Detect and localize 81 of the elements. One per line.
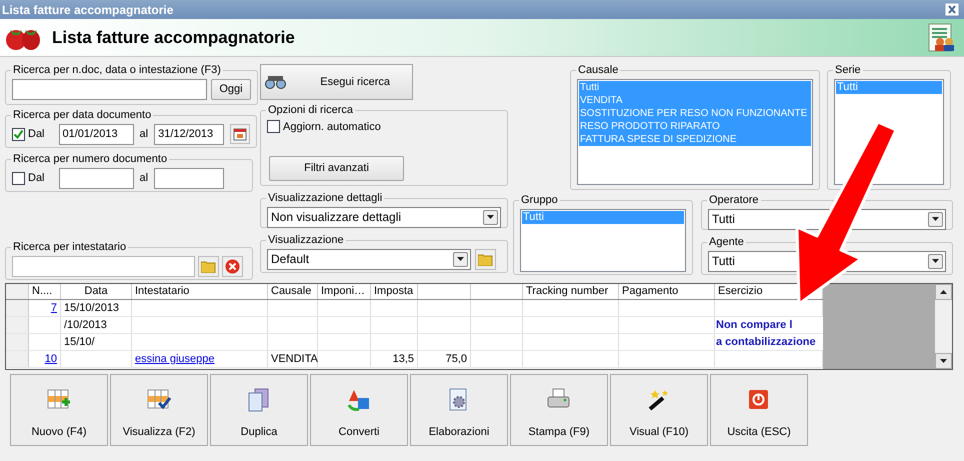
- table-cell: /10/2013: [61, 317, 132, 333]
- group-label: Agente: [709, 236, 744, 248]
- table-cell: 75,0: [418, 351, 471, 367]
- scroll-up-icon[interactable]: [935, 284, 952, 300]
- checkbox[interactable]: [267, 120, 280, 134]
- toolbar-button[interactable]: Uscita (ESC): [710, 374, 808, 446]
- column-header[interactable]: Tracking number: [523, 284, 619, 299]
- binoculars-icon: [264, 75, 288, 89]
- table-row[interactable]: 7 15/10/2013: [6, 300, 823, 317]
- group-label: Operatore: [709, 194, 759, 206]
- table-cell: 15/10/: [61, 334, 132, 350]
- table-link[interactable]: 7: [29, 300, 61, 316]
- table-cell: 15/10/2013: [61, 300, 132, 316]
- today-button[interactable]: Oggi: [211, 78, 251, 100]
- group-label: Ricerca per n.doc, data o intestazione (F3): [13, 64, 221, 76]
- table-row[interactable]: 15/10/ a contabilizzazione: [6, 334, 823, 351]
- checkbox[interactable]: [12, 172, 25, 184]
- calendar-icon: [233, 127, 248, 141]
- input-field[interactable]: [58, 168, 134, 188]
- dropdown[interactable]: Default: [267, 248, 471, 270]
- close-icon: [225, 258, 240, 274]
- group-label: Ricerca per data documento: [13, 109, 152, 121]
- group-label: Serie: [835, 64, 861, 76]
- toolbar-button[interactable]: Stampa (F9): [510, 374, 608, 446]
- group-label: Visualizzazione: [268, 234, 344, 246]
- input-field[interactable]: 31/12/2013: [154, 124, 224, 144]
- column-header[interactable]: Pagamento: [619, 284, 715, 299]
- toolbar-button[interactable]: Elaborazioni: [410, 374, 508, 446]
- caret-icon: [487, 215, 494, 219]
- column-header[interactable]: Imposta: [371, 284, 418, 299]
- input-field[interactable]: [12, 78, 207, 100]
- toolbar-button[interactable]: Visual (F10): [610, 374, 708, 446]
- input-field[interactable]: 01/01/2013: [58, 124, 134, 144]
- folder-button[interactable]: [198, 256, 219, 276]
- annotation-text: Non compare l: [715, 318, 794, 333]
- field-label: al: [140, 170, 148, 186]
- table-row[interactable]: 10 essina giuseppe VENDITA 13,5 75,0: [6, 351, 823, 368]
- column-header[interactable]: Causale: [268, 284, 318, 299]
- group-label: Visualizzazione dettagli: [268, 192, 382, 204]
- table-cell: 13,5: [371, 351, 418, 367]
- clear-button[interactable]: [222, 256, 243, 276]
- checkbox-label: Dal: [28, 170, 45, 186]
- field-label: al: [140, 126, 148, 142]
- folder-icon: [478, 252, 493, 266]
- group-label: Causale: [578, 64, 618, 76]
- document-people-icon: [928, 22, 956, 52]
- filters-button[interactable]: Filtri avanzati: [269, 156, 404, 181]
- table-cell: VENDITA: [268, 351, 318, 367]
- group-label: Opzioni di ricerca: [268, 104, 353, 116]
- checkbox-label: Dal: [28, 126, 45, 142]
- folder-icon: [201, 260, 216, 272]
- annotation-text: a contabilizzazione: [715, 335, 817, 350]
- search-button[interactable]: Esegui ricerca: [260, 64, 413, 100]
- input-field[interactable]: [154, 168, 224, 188]
- scroll-down-icon[interactable]: [935, 353, 952, 369]
- column-header[interactable]: Data: [61, 284, 132, 299]
- column-header[interactable]: Intestatario: [132, 284, 268, 299]
- table-row[interactable]: /10/2013 Non compare l: [6, 317, 823, 334]
- toolbar-button[interactable]: Duplica: [210, 374, 308, 446]
- toolbar-button[interactable]: Converti: [310, 374, 408, 446]
- table-link[interactable]: essina giuseppe: [132, 351, 268, 367]
- toolbar-button[interactable]: Visualizza (F2): [110, 374, 208, 446]
- caret-icon: [932, 259, 939, 263]
- checkbox-label: Aggiorn. automatico: [283, 120, 381, 134]
- scrollbar[interactable]: [935, 284, 952, 369]
- caret-icon: [457, 257, 464, 261]
- page-title: Lista fatture accompagnatorie: [52, 26, 295, 49]
- toolbar-button[interactable]: Nuovo (F4): [10, 374, 108, 446]
- window-title: Lista fatture accompagnatorie: [2, 2, 174, 18]
- column-header[interactable]: N....: [29, 284, 61, 299]
- dropdown[interactable]: Non visualizzare dettagli: [267, 206, 501, 228]
- group-label: Gruppo: [521, 194, 558, 206]
- folder-button[interactable]: [475, 248, 496, 270]
- column-header[interactable]: Imponi…: [318, 284, 371, 299]
- calendar-button[interactable]: [230, 124, 250, 144]
- table-link[interactable]: 10: [29, 351, 61, 367]
- checkbox[interactable]: [12, 128, 25, 140]
- close-icon[interactable]: [945, 3, 959, 16]
- caret-icon: [932, 217, 939, 221]
- group-label: Ricerca per intestatario: [13, 241, 126, 253]
- group-label: Ricerca per numero documento: [13, 153, 168, 165]
